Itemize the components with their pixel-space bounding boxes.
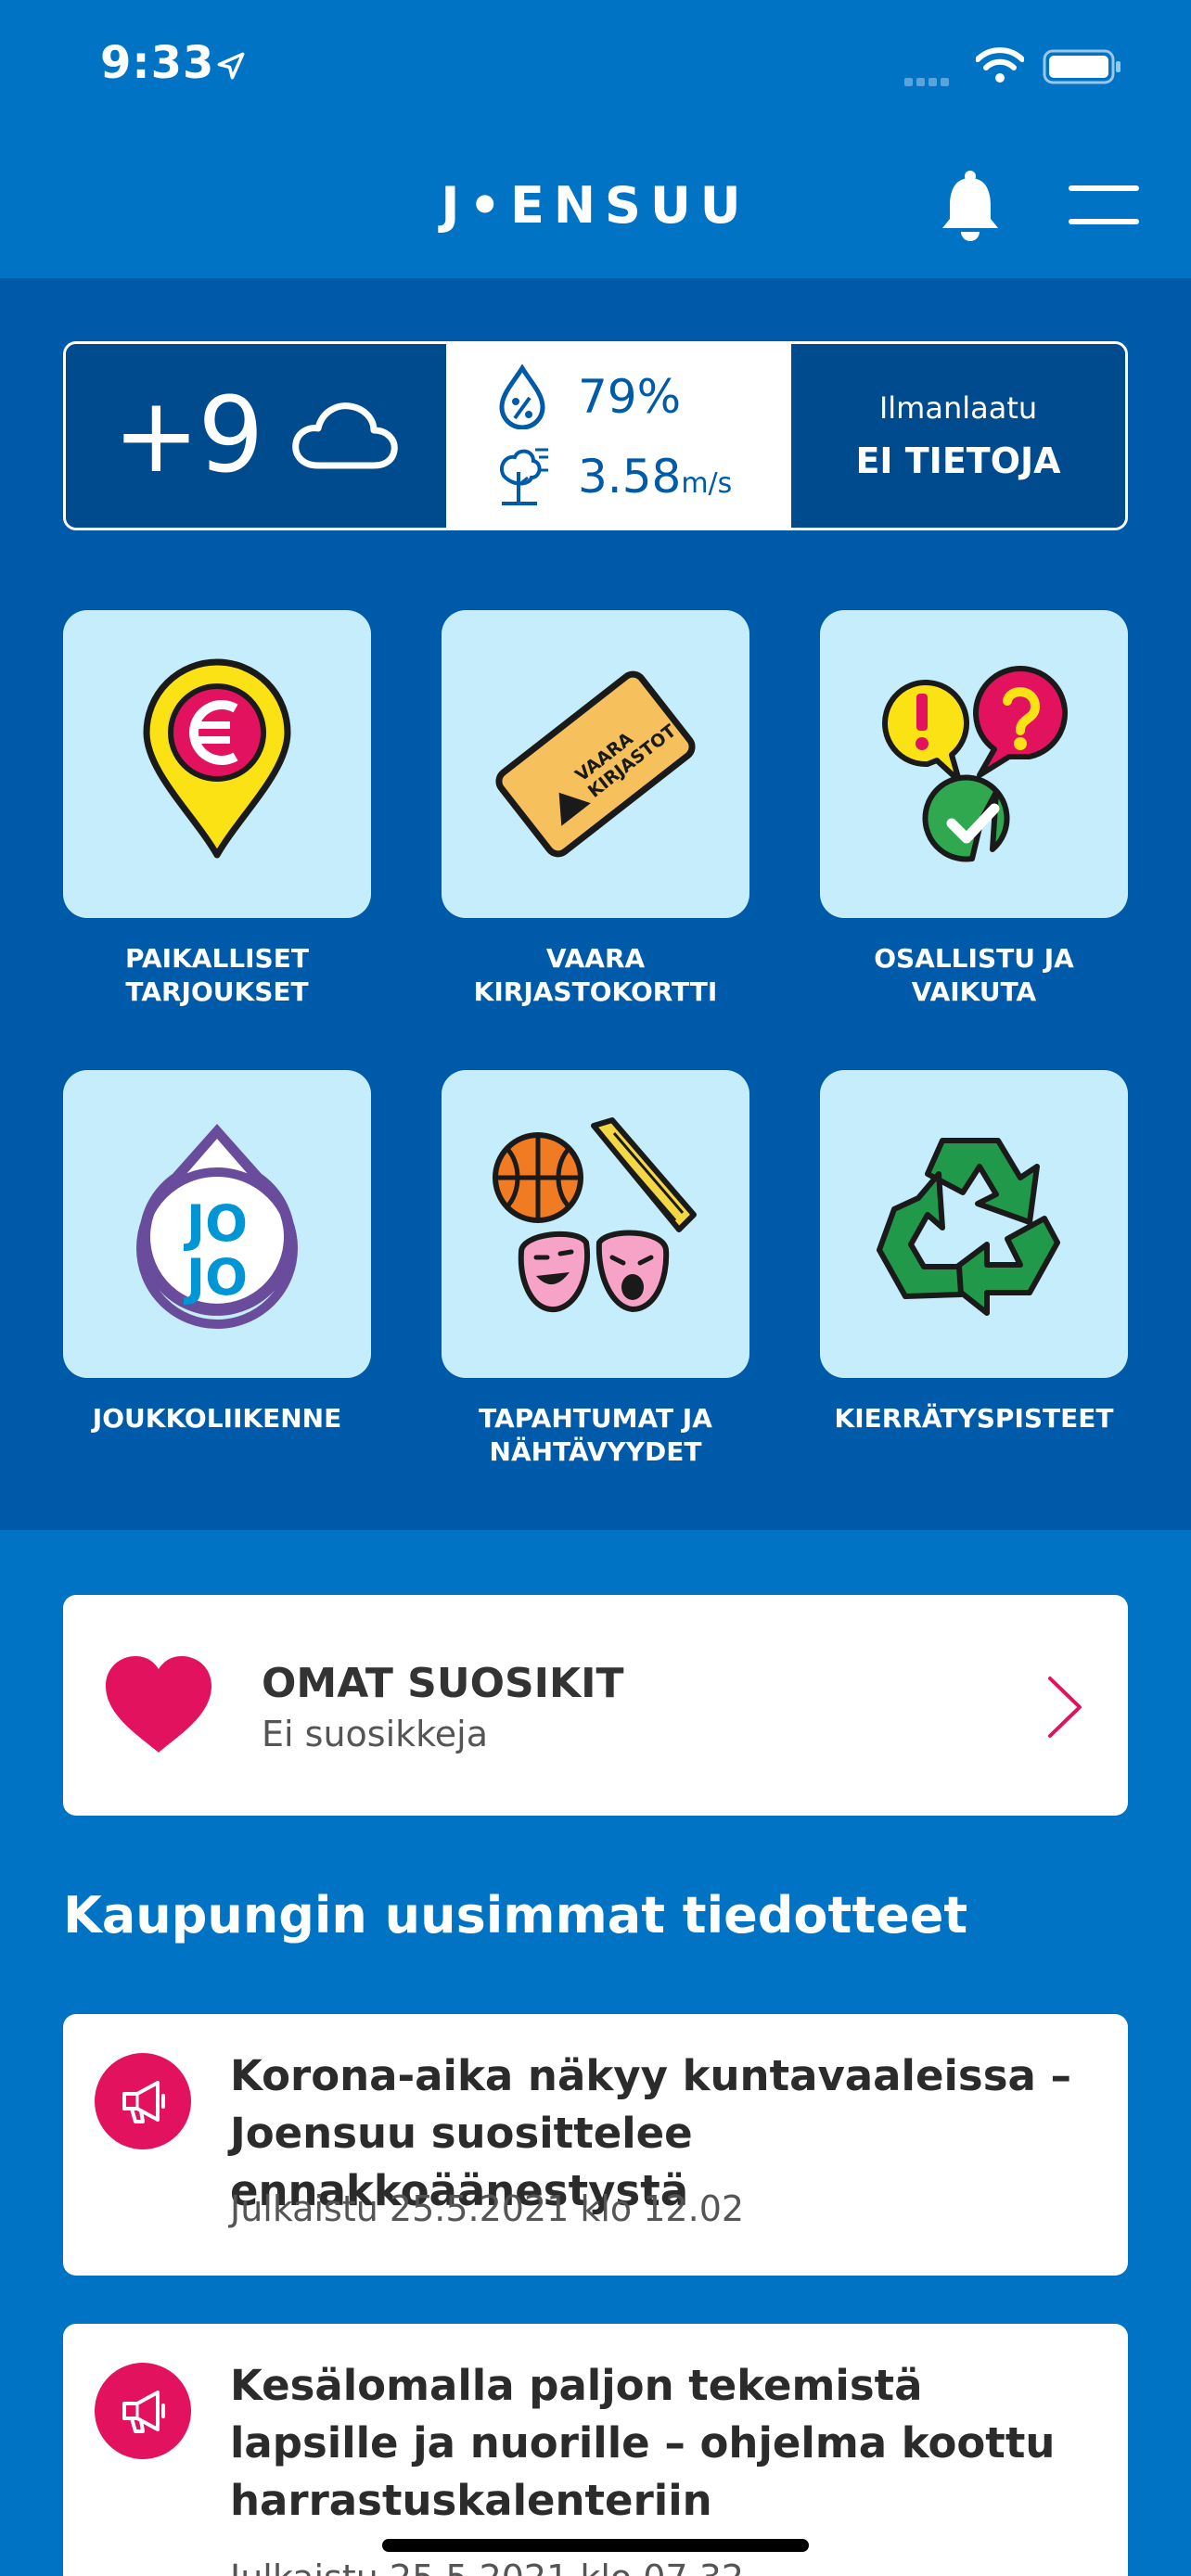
favorites-title: OMAT SUOSIKIT	[262, 1660, 624, 1707]
wind-speed-value: 3.58m/s	[578, 450, 733, 504]
air-quality-section: Ilmanlaatu EI TIETOJA	[791, 344, 1125, 528]
library-card-icon: VAARA KIRJASTOT	[495, 670, 696, 858]
news-section-heading: Kaupungin uusimmat tiedotteet	[63, 1886, 968, 1945]
air-quality-value: EI TIETOJA	[855, 440, 1061, 481]
tile-label: TAPAHTUMAT JA NÄHTÄVYYDET	[479, 1403, 712, 1467]
news-date: Julkaistu 25.5.2021 klo 07.32	[230, 2557, 744, 2576]
signal-icon	[904, 72, 953, 90]
tile-label: VAARA KIRJASTOKORTTI	[473, 943, 718, 1007]
events-icon	[493, 1117, 697, 1313]
tile-participate[interactable]: OSALLISTU JA VAIKUTA	[820, 610, 1128, 1009]
tile-events[interactable]: TAPAHTUMAT JA NÄHTÄVYYDET	[442, 1070, 749, 1469]
euro-pin-icon	[143, 658, 291, 859]
favorites-subtitle: Ei suosikkeja	[262, 1714, 489, 1754]
air-quality-label: Ilmanlaatu	[878, 390, 1038, 426]
megaphone-icon	[95, 2053, 191, 2149]
hamburger-menu-icon[interactable]	[1069, 185, 1139, 232]
weather-widget[interactable]: +9 79% 3.58m/s Ilmanlaatu EI TIETOJA	[63, 341, 1128, 530]
jojo-logo-line-2: JO	[183, 1248, 248, 1307]
wind-tree-icon	[499, 448, 548, 505]
news-title: Kesälomalla paljon tekemistä lapsille ja…	[230, 2361, 1056, 2525]
tile-label: JOUKKOLIIKENNE	[92, 1403, 342, 1434]
home-indicator[interactable]	[382, 2539, 809, 2552]
news-item[interactable]: Korona-aika näkyy kuntavaaleissa – Joens…	[63, 2014, 1128, 2276]
status-bar: 9:33	[0, 0, 1191, 139]
battery-icon	[1043, 49, 1121, 84]
bell-icon[interactable]	[937, 169, 1004, 243]
tile-local-offers[interactable]: PAIKALLISET TARJOUKSET	[63, 610, 371, 1009]
jojo-drop-icon: JO JO	[136, 1124, 298, 1329]
weather-temperature-section: +9	[66, 344, 446, 528]
recycle-icon	[877, 1138, 1060, 1316]
tile-recycling[interactable]: KIERRÄTYSPISTEET	[820, 1070, 1128, 1435]
jojo-logo-line-1: JO	[183, 1194, 248, 1253]
tile-library-card[interactable]: VAARA KIRJASTOT VAARA KIRJASTOKORTTI	[442, 610, 749, 1009]
cloud-icon	[291, 402, 398, 469]
weather-details: 79% 3.58m/s	[446, 344, 791, 528]
humidity-value: 79%	[578, 370, 682, 424]
tile-label: PAIKALLISET TARJOUKSET	[125, 943, 309, 1007]
megaphone-icon	[95, 2363, 191, 2459]
speech-bubbles-icon	[882, 666, 1068, 862]
chevron-right-icon	[1048, 1677, 1082, 1738]
status-time: 9:33	[100, 37, 215, 89]
humidity-drop-icon	[499, 364, 545, 429]
tile-label: OSALLISTU JA VAIKUTA	[874, 943, 1074, 1007]
temperature-value: +9	[112, 376, 263, 496]
tile-public-transport[interactable]: JO JO JOUKKOLIIKENNE	[63, 1070, 371, 1435]
wifi-icon	[976, 47, 1024, 83]
joensuu-logo[interactable]: J•ENSUU	[0, 176, 1191, 235]
tile-label: KIERRÄTYSPISTEET	[834, 1403, 1114, 1434]
news-date: Julkaistu 25.5.2021 klo 12.02	[230, 2188, 745, 2229]
favorites-card[interactable]: OMAT SUOSIKIT Ei suosikkeja	[63, 1595, 1128, 1816]
location-arrow-icon	[217, 52, 245, 80]
wind-speed-unit: m/s	[681, 467, 733, 500]
heart-icon	[106, 1656, 211, 1753]
dashboard-panel: +9 79% 3.58m/s Ilmanlaatu EI TIETOJA PAI…	[0, 278, 1191, 1530]
app-header: J•ENSUU	[0, 139, 1191, 278]
